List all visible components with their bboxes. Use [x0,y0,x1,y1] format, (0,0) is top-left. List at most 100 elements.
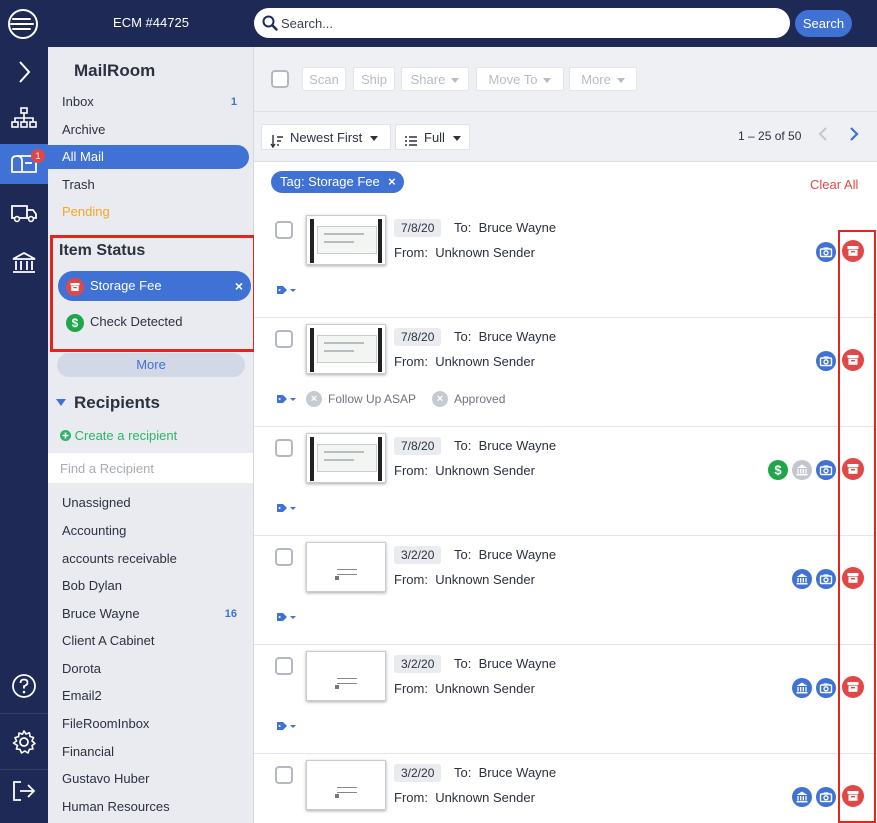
mail-item-row[interactable]: 7/8/20 To: Bruce Wayne From: Unknown Sende… [254,427,877,536]
camera-icon[interactable] [816,242,836,262]
status-more-button[interactable]: More [57,353,245,377]
camera-icon[interactable] [816,460,836,480]
find-recipient-input[interactable] [48,453,253,483]
view-dropdown[interactable]: Full [395,124,470,150]
mail-thumbnail[interactable] [306,651,386,701]
recipient-item[interactable]: Client A Cabinet [48,629,249,653]
sidebar-item-pending[interactable]: Pending [48,200,249,224]
bank-icon[interactable] [792,569,812,589]
mail-item-row[interactable]: 3/2/20 To: Bruce Wayne From: Unknown Sende… [254,536,877,645]
tag-chip[interactable]: × Approved [432,390,505,408]
mail-thumbnail[interactable] [306,433,386,483]
recipient-item[interactable]: Bob Dylan [48,574,249,598]
storage-fee-icon [66,277,84,296]
search-box[interactable] [254,8,790,38]
active-filter-tag[interactable]: Tag: Storage Fee × [271,171,404,193]
logout-icon [13,781,36,801]
recipient-item[interactable]: accounts receivable [48,547,249,571]
recipient-item[interactable]: Unassigned [48,491,249,515]
recipient-item[interactable]: Email2 [48,684,249,708]
camera-icon[interactable] [816,678,836,698]
item-status-heading: Item Status [59,242,146,259]
recipient-item[interactable]: FileRoomInbox [48,712,249,736]
recipient-item[interactable]: Dorota [48,657,249,681]
next-page-button[interactable] [848,126,860,145]
mail-thumbnail[interactable] [306,215,386,265]
close-icon[interactable]: × [388,171,396,193]
mail-item-row[interactable]: 3/2/20 To: Bruce Wayne From: Unknown Sende… [254,645,877,754]
to-value: Bruce Wayne [478,765,557,780]
mail-date: 7/8/20 [394,437,442,455]
rail-mailbox[interactable]: 1 [0,144,48,184]
rail-bank[interactable] [0,243,48,283]
row-checkbox[interactable] [275,657,293,675]
status-item-label: Storage Fee [90,278,162,293]
caret-down-icon[interactable] [56,399,66,406]
scan-button[interactable]: Scan [302,67,346,91]
camera-icon[interactable] [816,351,836,371]
mail-thumbnail[interactable] [306,542,386,592]
tag-dropdown[interactable] [276,610,298,625]
tag-dropdown[interactable] [276,501,298,516]
rail-org-chart[interactable] [0,98,48,138]
camera-icon[interactable] [816,569,836,589]
more-actions-button[interactable]: More [569,67,637,91]
rail-shipping[interactable] [0,193,48,233]
sidebar-item-trash[interactable]: Trash [48,173,249,197]
status-item-check-detected[interactable]: $ Check Detected [58,307,251,337]
tag-dropdown[interactable] [276,392,298,407]
rail-help[interactable] [0,666,48,706]
status-item-storage-fee[interactable]: Storage Fee × [58,271,251,301]
row-checkbox[interactable] [275,439,293,457]
move-to-button[interactable]: Move To [476,67,564,91]
search-button[interactable]: Search [795,10,852,37]
mail-item-row[interactable]: 3/2/20 To: Bruce Wayne From: Unknown Sende… [254,754,877,823]
bank-icon[interactable] [792,678,812,698]
expand-rail-button[interactable] [0,52,48,92]
row-checkbox[interactable] [275,330,293,348]
sidebar-item-archive[interactable]: Archive [48,118,249,142]
mail-from: From: Unknown Sender [394,245,535,260]
rail-settings[interactable] [0,722,48,762]
recipient-item[interactable]: Accounting [48,519,249,543]
clear-all-filters-link[interactable]: Clear All [810,177,858,192]
mail-item-row[interactable]: 7/8/20 To: Bruce Wayne From: Unknown Sende… [254,209,877,318]
app-logo-icon[interactable] [6,7,40,41]
sidebar-item-all-mail[interactable]: All Mail [48,145,249,169]
recipient-item[interactable]: Gustavo Huber [48,767,249,791]
recipient-label: FileRoomInbox [62,716,150,731]
remove-tag-icon[interactable]: × [306,391,322,407]
tag-label: Follow Up ASAP [328,392,417,406]
mail-thumbnail[interactable] [306,324,386,374]
from-label: From: [394,790,428,805]
mail-thumbnail[interactable] [306,760,386,810]
ship-button[interactable]: Ship [353,67,395,91]
create-recipient-link[interactable]: Create a recipient [60,428,177,443]
mail-item-row[interactable]: 7/8/20 To: Bruce Wayne From: Unknown Sende… [254,318,877,427]
recipient-item[interactable]: Human Resources [48,795,249,819]
pagination-label: 1 – 25 of 50 [738,129,802,143]
tag-dropdown[interactable] [276,719,298,734]
row-checkbox[interactable] [275,221,293,239]
sort-dropdown[interactable]: Newest First [261,124,391,150]
recipients-heading[interactable]: Recipients [74,393,160,413]
prev-page-button[interactable] [817,126,829,145]
row-checkbox[interactable] [275,766,293,784]
dollar-icon[interactable]: $ [768,460,788,480]
tag-dropdown[interactable] [276,283,298,298]
search-input[interactable] [281,13,781,33]
camera-icon[interactable] [816,787,836,807]
close-icon[interactable]: × [235,271,243,301]
sidebar-item-inbox[interactable]: Inbox 1 [48,90,249,114]
rail-logout[interactable] [0,771,48,811]
remove-tag-icon[interactable]: × [432,391,448,407]
app-title: ECM #44725 [113,15,189,30]
recipient-item[interactable]: Bruce Wayne 16 [48,602,249,626]
tag-chip[interactable]: × Follow Up ASAP [306,390,416,408]
bank-icon[interactable] [792,460,812,480]
select-all-checkbox[interactable] [271,70,289,88]
share-button[interactable]: Share [401,67,469,91]
bank-icon[interactable] [792,787,812,807]
row-checkbox[interactable] [275,548,293,566]
recipient-item[interactable]: Financial [48,740,249,764]
